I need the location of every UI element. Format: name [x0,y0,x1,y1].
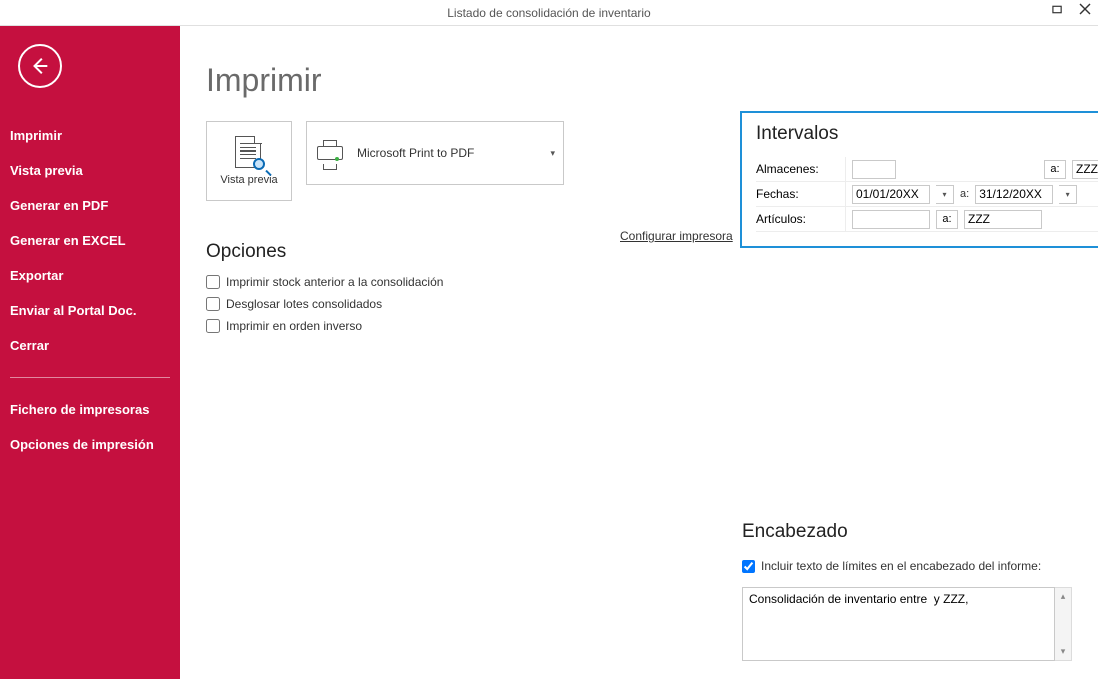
sidebar-item-fichero-impresoras[interactable]: Fichero de impresoras [0,392,180,427]
opcion-stock-anterior[interactable]: Imprimir stock anterior a la consolidaci… [206,275,1068,289]
sidebar-item-imprimir[interactable]: Imprimir [0,118,180,153]
configurar-impresora-link[interactable]: Configurar impresora [620,229,733,243]
fechas-label: Fechas: [756,182,846,206]
encabezado-incluir-label: Incluir texto de límites en el encabezad… [761,559,1041,573]
sidebar-item-generar-excel[interactable]: Generar en EXCEL [0,223,180,258]
back-button[interactable] [18,44,62,88]
articulos-label: Artículos: [756,207,846,231]
sidebar-item-enviar-portal[interactable]: Enviar al Portal Doc. [0,293,180,328]
opcion-orden-inverso-checkbox[interactable] [206,319,220,333]
almacenes-a-button[interactable]: a: [1044,160,1066,179]
intervalos-row-fechas: Fechas: ▾ a: ▾ [756,182,1098,207]
printer-name: Microsoft Print to PDF [357,146,474,160]
opcion-stock-anterior-checkbox[interactable] [206,275,220,289]
opciones-section: Opciones Imprimir stock anterior a la co… [206,241,1068,333]
intervalos-panel: Intervalos Almacenes: a: Fechas: ▾ a: ▾ [740,111,1098,248]
sidebar-item-vista-previa[interactable]: Vista previa [0,153,180,188]
fechas-a-label: a: [960,188,969,200]
fecha-to-caret[interactable]: ▾ [1059,185,1077,204]
opcion-desglosar-lotes[interactable]: Desglosar lotes consolidados [206,297,1068,311]
printer-icon [317,140,347,166]
sidebar-item-opciones-impresion[interactable]: Opciones de impresión [0,427,180,462]
document-preview-icon [235,136,263,170]
encabezado-title: Encabezado [742,521,1072,543]
main-content: Imprimir Vista previa Microsoft Print to [180,26,1098,679]
vista-previa-tile[interactable]: Vista previa [206,121,292,201]
almacenes-label: Almacenes: [756,157,846,181]
encabezado-incluir-row[interactable]: Incluir texto de límites en el encabezad… [742,559,1072,573]
scroll-up-icon[interactable]: ▴ [1055,588,1071,605]
opcion-desglosar-lotes-checkbox[interactable] [206,297,220,311]
articulos-to-input[interactable] [964,210,1042,229]
almacenes-to-input[interactable] [1072,160,1098,179]
scroll-down-icon[interactable]: ▾ [1055,643,1071,660]
chevron-down-icon: ▾ [550,148,555,159]
articulos-from-input[interactable] [852,210,930,229]
sidebar-item-generar-pdf[interactable]: Generar en PDF [0,188,180,223]
opcion-desglosar-lotes-label: Desglosar lotes consolidados [226,297,382,311]
window-title: Listado de consolidación de inventario [447,6,650,20]
articulos-a-button[interactable]: a: [936,210,958,229]
close-button[interactable] [1078,2,1092,16]
opcion-stock-anterior-label: Imprimir stock anterior a la consolidaci… [226,275,443,289]
page-title: Imprimir [206,62,1068,99]
encabezado-section: Encabezado Incluir texto de límites en e… [742,521,1072,661]
fecha-to-input[interactable] [975,185,1053,204]
encabezado-incluir-checkbox[interactable] [742,560,755,573]
sidebar: Imprimir Vista previa Generar en PDF Gen… [0,26,180,679]
textarea-scrollbar[interactable]: ▴ ▾ [1055,587,1072,661]
sidebar-divider [10,377,170,378]
encabezado-textarea[interactable] [742,587,1055,661]
almacenes-from-input[interactable] [852,160,896,179]
opcion-orden-inverso[interactable]: Imprimir en orden inverso [206,319,1068,333]
intervalos-row-articulos: Artículos: a: [756,207,1098,232]
fecha-from-input[interactable] [852,185,930,204]
intervalos-row-almacenes: Almacenes: a: [756,157,1098,182]
sidebar-item-cerrar[interactable]: Cerrar [0,328,180,363]
opcion-orden-inverso-label: Imprimir en orden inverso [226,319,362,333]
maximize-button[interactable] [1050,2,1064,16]
titlebar: Listado de consolidación de inventario [0,0,1098,26]
fecha-from-caret[interactable]: ▾ [936,185,954,204]
sidebar-item-exportar[interactable]: Exportar [0,258,180,293]
intervalos-title: Intervalos [756,123,1098,145]
printer-selector[interactable]: Microsoft Print to PDF ▾ [306,121,564,185]
